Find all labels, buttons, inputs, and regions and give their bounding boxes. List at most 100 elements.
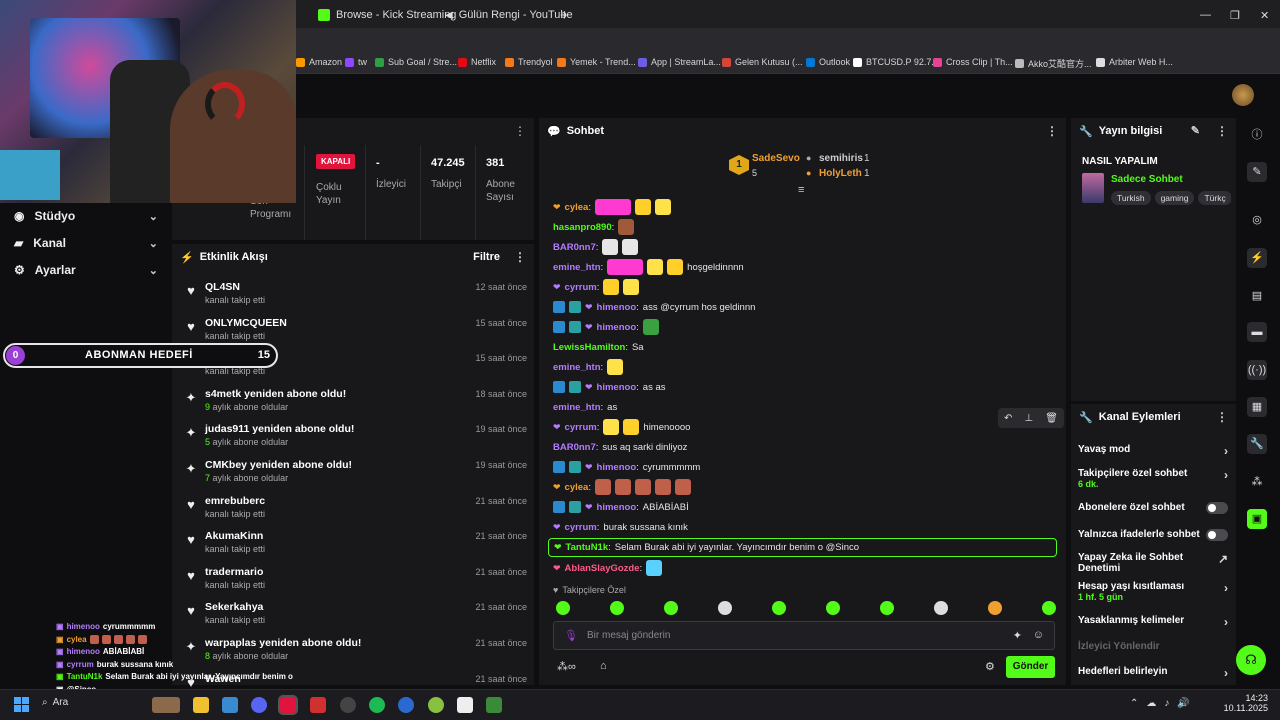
restore-button[interactable]: ❐ [1222,4,1248,26]
spotify-icon[interactable] [369,697,385,713]
chat-username[interactable]: emine_htn [553,262,601,273]
channel-action-5[interactable]: Hesap yaşı kısıtlaması 1 hf. 5 gün › [1078,581,1228,602]
chat-icon[interactable]: ▬ [1247,322,1267,342]
chat-username[interactable]: cylea [565,482,589,493]
chat-username[interactable]: cyrrum [565,522,597,533]
discord-icon[interactable] [251,697,267,713]
emote-icon[interactable] [772,601,786,615]
chat-username[interactable]: emine_htn [553,362,601,373]
chat-username[interactable]: himenoo [597,382,637,393]
emote-icon[interactable] [934,601,948,615]
emote-icon[interactable] [718,601,732,615]
send-button[interactable]: Gönder [1006,656,1055,678]
top-gifter-name[interactable]: SadeSevo [752,153,800,164]
filter-button[interactable]: Filtre [473,251,500,263]
sidebar-item-studio[interactable]: ◉ Stüdyo ⌄ [14,207,164,225]
chat-username[interactable]: himenoo [597,302,637,313]
minimize-button[interactable]: — [1192,4,1219,26]
store-icon[interactable]: ⌂ [600,660,607,672]
vivaldi-icon[interactable] [278,695,298,715]
toggle-switch[interactable] [1206,529,1228,541]
microphone-icon[interactable]: 🎙 [564,629,578,642]
delete-icon[interactable]: 🗑 [1045,413,1058,424]
channel-action-6[interactable]: Yasaklanmış kelimeler › [1078,615,1228,629]
bookmark[interactable]: Outlook [806,57,850,67]
file-explorer-icon[interactable] [193,697,209,713]
channel-action-7[interactable]: İzleyici Yönlendir [1078,641,1228,652]
screen-icon[interactable]: ◎ [1247,210,1267,230]
layout-icon[interactable]: ▦ [1247,397,1267,417]
app-icon[interactable] [486,697,502,713]
info-icon[interactable]: ⓘ [1247,125,1267,145]
channel-action-3[interactable]: Yalnızca ifadelerle sohbet [1078,529,1228,541]
app-icon[interactable] [428,697,444,713]
chat-username[interactable]: himenoo [597,462,637,473]
chat-username[interactable]: cyrrum [565,282,597,293]
clock[interactable]: 14:23 10.11.2025 [1222,693,1268,713]
chat-input[interactable]: Bir mesaj gönderin [587,630,670,641]
bolt-icon[interactable]: ⚡ [1247,248,1267,268]
chat-username[interactable]: TantuN1k [566,542,609,553]
app-icon[interactable]: ▣ [1247,509,1267,529]
sidebar-item-channel[interactable]: ▰ Kanal ⌄ [14,234,164,252]
expand-leaderboard-icon[interactable]: ≡ [798,184,804,196]
edit-icon[interactable]: ✎ [1191,124,1200,137]
reply-icon[interactable]: ↶ [1004,413,1012,424]
bookmark[interactable]: Sub Goal / Stre... [375,57,457,67]
channel-action-0[interactable]: Yavaş mod › [1078,444,1228,458]
settings-icon[interactable]: ⚙ [985,660,995,673]
toggle-switch[interactable] [1206,502,1228,514]
system-tray[interactable]: ⌃☁♪🔊 [1130,698,1198,709]
chat-username[interactable]: BAR0nn7 [553,442,596,453]
bookmark[interactable]: Akko艾酷官方... [1015,57,1092,70]
chat-username[interactable]: LewissHamilton [553,342,625,353]
sidebar-item-settings[interactable]: ⚙ Ayarlar ⌄ [14,261,164,279]
chat-username[interactable]: cylea [565,202,589,213]
pin-icon[interactable]: ⊥ [1024,413,1033,424]
bookmark[interactable]: Amazon [296,57,342,67]
channel-action-1[interactable]: Takipçilere özel sohbet 6 dk. › [1078,468,1228,489]
store-icon[interactable] [222,697,238,713]
user-avatar[interactable] [1232,84,1254,106]
chat-username[interactable]: himenoo [597,322,637,333]
bookmark[interactable]: Yemek - Trend... [557,57,636,67]
app-icon[interactable] [398,697,414,713]
emote-icon[interactable] [610,601,624,615]
emote-icon[interactable] [826,601,840,615]
new-tab-button[interactable]: + [552,4,577,26]
support-button[interactable]: ☊ [1236,645,1266,675]
channel-action-8[interactable]: Hedefleri belirleyin › [1078,666,1228,680]
obs-icon[interactable] [340,697,356,713]
chat-username[interactable]: emine_htn [553,402,601,413]
chat-username[interactable]: hasanpro890 [553,222,612,233]
channel-action-2[interactable]: Abonelere özel sohbet [1078,502,1228,514]
gifter-name[interactable]: HolyLeth [819,168,862,179]
chat-username[interactable]: AbIanSlayGozde [565,563,640,574]
bookmark[interactable]: BTCUSD.P 92.7... [853,57,939,67]
broadcast-icon[interactable]: ((·)) [1247,360,1267,380]
bookmark[interactable]: App | StreamLa... [638,57,721,67]
chat-username[interactable]: cyrrum [565,422,597,433]
bookmark[interactable]: Gelen Kutusu (... [722,57,803,67]
bookmark[interactable]: tw [345,57,367,67]
bookmark[interactable]: Trendyol [505,57,553,67]
chat-username[interactable]: himenoo [597,502,637,513]
more-options-icon[interactable]: ⋮ [514,124,526,138]
emote-icon[interactable] [1042,601,1056,615]
bookmark[interactable]: Cross Clip | Th... [933,57,1013,67]
bookmark[interactable]: Netflix [458,57,496,67]
community-icon[interactable]: ⁂∞ [557,660,576,673]
emoji-icon[interactable]: ☺ [1033,629,1044,641]
channel-action-4[interactable]: Yapay Zeka ile Sohbet Denetimi ↗ [1078,552,1228,574]
chat-input-box[interactable]: 🎙 Bir mesaj gönderin ✦ ☺ [553,621,1055,650]
category-name[interactable]: Sadece Sohbet [1111,174,1183,185]
more-options-icon[interactable]: ⋮ [1216,124,1228,138]
weather-widget-icon[interactable] [152,697,180,713]
ai-icon[interactable]: ✦ [1013,629,1022,642]
app-icon[interactable] [457,697,473,713]
bookmark[interactable]: Arbiter Web H... [1096,57,1173,67]
close-window-button[interactable]: ✕ [1252,4,1277,26]
gifter-name[interactable]: semihiris [819,153,863,164]
chat-username[interactable]: BAR0nn7 [553,242,596,253]
edit-layout-icon[interactable]: ✎ [1247,162,1267,182]
